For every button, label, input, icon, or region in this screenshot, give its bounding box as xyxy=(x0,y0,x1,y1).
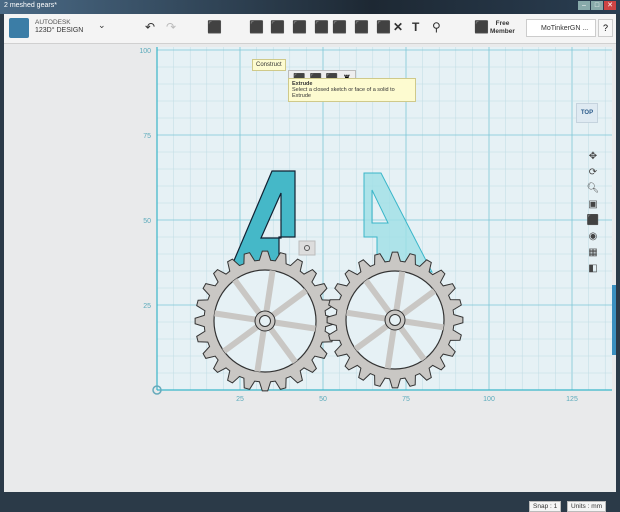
3d-viewport[interactable]: 255075100125100755025 Construct ⬛⬛⬛♜ Ext… xyxy=(4,45,616,512)
x-tick-label: 50 xyxy=(319,396,327,403)
view-cube[interactable]: TOP xyxy=(576,103,598,123)
brand: AUTODESK 123D° DESIGN xyxy=(35,19,83,35)
materials-icon[interactable]: ⬛ xyxy=(474,20,489,34)
text-icon[interactable]: T xyxy=(412,20,419,34)
orbit-icon[interactable]: ⟳ xyxy=(589,167,597,178)
brand-line2: 123D° DESIGN xyxy=(35,27,84,34)
snap-setting[interactable]: Snap : 1 xyxy=(529,501,562,512)
undo-icon[interactable]: ↶ xyxy=(145,20,155,34)
construct-icon[interactable]: ⬛ xyxy=(270,20,285,34)
view-mode-icon[interactable]: ⬛ xyxy=(587,215,599,226)
minimize-button[interactable]: – xyxy=(578,1,590,10)
close-button[interactable]: ✕ xyxy=(604,1,616,10)
tooltip-text: Select a closed sketch or face of a soli… xyxy=(292,87,395,99)
app-logo[interactable] xyxy=(9,18,29,38)
y-tick-label: 25 xyxy=(143,303,151,310)
side-panel-tab[interactable] xyxy=(612,285,616,355)
gear-left-bore xyxy=(259,315,271,327)
gear-right-bore xyxy=(389,314,401,326)
user-name: MoTinkerGN ... xyxy=(541,25,589,32)
window-title: 2 meshed gears* xyxy=(4,2,57,9)
pan-icon[interactable]: ✥ xyxy=(589,151,597,162)
primitives-icon[interactable]: ⬛ xyxy=(207,20,222,34)
grid-toggle-icon[interactable]: ▦ xyxy=(588,247,597,258)
member-line2: Member xyxy=(490,28,515,35)
help-button[interactable]: ? xyxy=(598,19,613,37)
free-member-link[interactable]: Free Member xyxy=(490,20,515,36)
material-view-icon[interactable]: ◧ xyxy=(588,263,597,274)
visibility-icon[interactable]: ◉ xyxy=(589,231,598,242)
y-tick-label: 75 xyxy=(143,133,151,140)
y-tick-label: 50 xyxy=(143,218,151,225)
app-menu-chevron-icon[interactable]: ⌄ xyxy=(98,20,106,31)
combine-icon[interactable]: ⬛ xyxy=(354,20,369,34)
measure-icon[interactable]: ⬛ xyxy=(376,20,391,34)
navigation-bar: ✥ ⟳ 🔍︎ ▣ ⬛ ◉ ▦ ◧ xyxy=(586,151,600,274)
construct-tooltip: Construct xyxy=(252,59,286,71)
pattern-icon[interactable]: ⬛ xyxy=(314,20,329,34)
delete-icon[interactable]: ✕ xyxy=(393,20,403,34)
x-tick-label: 100 xyxy=(483,396,495,403)
y-tick-label: 100 xyxy=(139,48,151,55)
fit-icon[interactable]: ▣ xyxy=(588,199,597,210)
x-tick-label: 75 xyxy=(402,396,410,403)
scene-canvas[interactable]: 25 50 75 100 125 100 75 50 25 xyxy=(4,45,616,492)
app-window: AUTODESK 123D° DESIGN ⌄ ↶ ↷ ⬛ ⬛ ⬛ ⬛ ⬛ ⬛ ⬛… xyxy=(4,14,616,512)
grouping-icon[interactable]: ⬛ xyxy=(332,20,347,34)
toolbar: AUTODESK 123D° DESIGN ⌄ ↶ ↷ ⬛ ⬛ ⬛ ⬛ ⬛ ⬛ ⬛… xyxy=(4,14,616,44)
units-setting[interactable]: Units : mm xyxy=(567,501,607,512)
gizmo-handle xyxy=(298,240,316,256)
extrude-tooltip: Extrude Select a closed sketch or face of… xyxy=(288,78,416,102)
snap-icon[interactable]: ⚲ xyxy=(432,20,441,34)
x-tick-label: 125 xyxy=(566,396,578,403)
sketch-icon[interactable]: ⬛ xyxy=(249,20,264,34)
maximize-button[interactable]: □ xyxy=(591,1,603,10)
zoom-icon[interactable]: 🔍︎ xyxy=(587,183,600,194)
window-title-bar: 2 meshed gears* – □ ✕ xyxy=(0,0,620,14)
modify-icon[interactable]: ⬛ xyxy=(292,20,307,34)
redo-icon[interactable]: ↷ xyxy=(166,20,176,34)
brand-line1: AUTODESK xyxy=(35,19,71,26)
x-tick-label: 25 xyxy=(236,396,244,403)
user-account-dropdown[interactable]: MoTinkerGN ... xyxy=(526,19,596,37)
member-line1: Free xyxy=(495,20,510,27)
